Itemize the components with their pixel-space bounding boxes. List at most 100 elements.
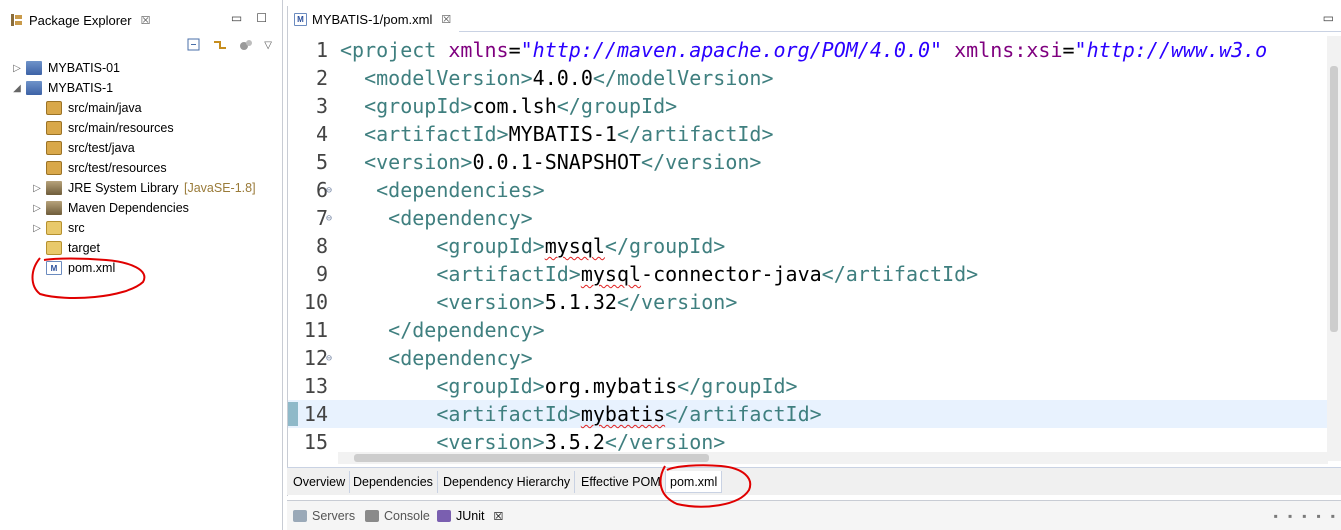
toolbar-icon[interactable]: ▪ (1316, 509, 1320, 523)
line-number: 4 (315, 122, 328, 146)
tree-item[interactable]: src/main/resources (0, 118, 283, 138)
editor-tab-label: MYBATIS-1/pom.xml (312, 11, 433, 27)
code-text: <modelVersion>4.0.0</modelVersion> (340, 64, 774, 92)
package-explorer-title: Package Explorer (29, 12, 132, 28)
code-line[interactable]: 13 <groupId>org.mybatis</groupId> (288, 372, 1328, 400)
pom-file-icon: M (46, 261, 62, 275)
tree-item[interactable]: src/main/java (0, 98, 283, 118)
code-text: <dependency> (340, 344, 533, 372)
view-tab[interactable]: JUnit ☒ (437, 507, 503, 525)
code-token: <dependency> (340, 346, 533, 370)
expand-arrow-icon[interactable]: ▷ (12, 63, 22, 74)
code-token: </artifactId> (616, 122, 774, 146)
collapse-all-icon[interactable] (186, 38, 202, 52)
view-tab[interactable]: Servers (293, 507, 355, 525)
code-token: <version> (340, 430, 545, 454)
vertical-scrollbar[interactable] (1327, 36, 1341, 461)
tree-item-label: src/test/resources (68, 161, 167, 175)
expand-arrow-icon[interactable]: ▷ (32, 203, 42, 214)
code-line[interactable]: 4 <artifactId>MYBATIS-1</artifactId> (288, 120, 1328, 148)
code-token: 5.1.32 (544, 290, 617, 314)
view-menu-icon[interactable]: ▽ (264, 40, 272, 51)
expand-arrow-icon[interactable]: ▷ (32, 183, 42, 194)
code-line[interactable]: 8 <groupId>mysql</groupId> (288, 232, 1328, 260)
fold-toggle-icon[interactable]: ⊖ (326, 205, 332, 233)
toolbar-icon[interactable]: ▪ (1288, 509, 1292, 523)
code-line[interactable]: 5 <version>0.0.1-SNAPSHOT</version> (288, 148, 1328, 176)
minimize-icon[interactable]: ▭ (1323, 11, 1334, 25)
view-tab-label: JUnit (456, 509, 485, 523)
code-token: <artifactId> (340, 402, 581, 426)
tree-item[interactable]: src/test/resources (0, 158, 283, 178)
code-line[interactable]: 9 <artifactId>mysql-connector-java</arti… (288, 260, 1328, 288)
fold-toggle-icon[interactable]: ⊖ (326, 177, 332, 205)
tree-item[interactable]: target (0, 238, 283, 258)
junit-icon (437, 510, 451, 522)
vertical-scroll-thumb[interactable] (1330, 66, 1338, 332)
tree-item-label: Maven Dependencies (68, 201, 189, 215)
package-explorer-tab[interactable]: Package Explorer ☒ (6, 8, 155, 32)
code-token: </modelVersion> (592, 66, 774, 90)
code-line[interactable]: 14 <artifactId>mybatis</artifactId> (288, 400, 1328, 428)
code-text: <artifactId>MYBATIS-1</artifactId> (340, 120, 774, 148)
pom-page-tab[interactable]: Overview (289, 471, 351, 493)
tree-item-label: src/main/resources (68, 121, 174, 135)
close-icon[interactable]: ☒ (493, 510, 503, 523)
code-token: 3.5.2 (544, 430, 605, 454)
line-number: 8 (315, 234, 328, 258)
code-text: <groupId>mysql</groupId> (340, 232, 725, 260)
tree-item[interactable]: Mpom.xml (0, 258, 283, 278)
code-line[interactable]: 3 <groupId>com.lsh</groupId> (288, 92, 1328, 120)
pom-page-tab[interactable]: pom.xml (665, 471, 723, 493)
line-number: 6 (315, 178, 328, 202)
pom-page-tab[interactable]: Dependencies (349, 471, 438, 493)
code-line[interactable]: 7 ⊖ <dependency> (288, 204, 1328, 232)
horizontal-scroll-thumb[interactable] (354, 454, 709, 462)
view-tab[interactable]: Console (365, 507, 430, 525)
filters-icon[interactable] (238, 38, 254, 52)
code-token: </version> (616, 290, 738, 314)
code-area[interactable]: 1 <project xmlns="http://maven.apache.org… (288, 36, 1328, 461)
code-line[interactable]: 2 <modelVersion>4.0.0</modelVersion> (288, 64, 1328, 92)
code-token: </groupId> (604, 234, 726, 258)
code-line[interactable]: 12 ⊖ <dependency> (288, 344, 1328, 372)
code-token: <version> (340, 150, 473, 174)
tree-item[interactable]: src/test/java (0, 138, 283, 158)
code-line[interactable]: 11 </dependency> (288, 316, 1328, 344)
close-icon[interactable]: ☒ (441, 13, 451, 26)
tree-item[interactable]: ▷ MYBATIS-01 (0, 58, 283, 78)
minimize-icon[interactable]: ▭ (231, 11, 242, 25)
code-token: project (352, 38, 437, 62)
maximize-icon[interactable]: ☐ (256, 11, 267, 25)
collapse-arrow-icon[interactable]: ◢ (12, 83, 22, 94)
line-number: 13 (303, 374, 328, 398)
tree-item[interactable]: ▷ src (0, 218, 283, 238)
expand-arrow-icon[interactable]: ▷ (32, 223, 42, 234)
code-token: xmlns (436, 38, 509, 62)
fold-toggle-icon[interactable]: ⊖ (326, 345, 332, 373)
code-token: </version> (641, 150, 762, 174)
pom-page-tab[interactable]: Dependency Hierarchy (439, 471, 576, 493)
toolbar-icon[interactable]: ▪ (1302, 509, 1306, 523)
line-number: 1 (315, 38, 328, 62)
tree-item[interactable]: ▷ Maven Dependencies (0, 198, 283, 218)
pom-file-icon: M (294, 12, 307, 26)
horizontal-scrollbar[interactable] (338, 452, 1328, 464)
toolbar-icon[interactable]: ▪ (1274, 509, 1278, 523)
link-with-editor-icon[interactable] (212, 38, 228, 52)
code-token: </artifactId> (821, 262, 979, 286)
toolbar-icon[interactable]: ▪ (1331, 509, 1335, 523)
tree-item[interactable]: ◢ MYBATIS-1 (0, 78, 283, 98)
pom-page-tab[interactable]: Effective POM (577, 471, 666, 493)
library-icon (46, 201, 62, 215)
bottom-views-bar: ▪ ▪ ▪ ▪ ▪ Servers Console JUnit ☒ (287, 500, 1341, 530)
editor-tab-pom[interactable]: M MYBATIS-1/pom.xml ☒ (288, 6, 460, 32)
tree-item-label: MYBATIS-01 (48, 61, 121, 75)
code-line[interactable]: 10 <version>5.1.32</version> (288, 288, 1328, 316)
tree-item[interactable]: ▷ JRE System Library [JavaSE-1.8] (0, 178, 283, 198)
close-icon[interactable]: ☒ (141, 14, 151, 27)
source-folder-icon (46, 141, 62, 155)
editor-tab-bar: M MYBATIS-1/pom.xml ☒ ▭ (288, 6, 1341, 32)
code-line[interactable]: 6 ⊖ <dependencies> (288, 176, 1328, 204)
code-line[interactable]: 1 <project xmlns="http://maven.apache.org… (288, 36, 1328, 64)
